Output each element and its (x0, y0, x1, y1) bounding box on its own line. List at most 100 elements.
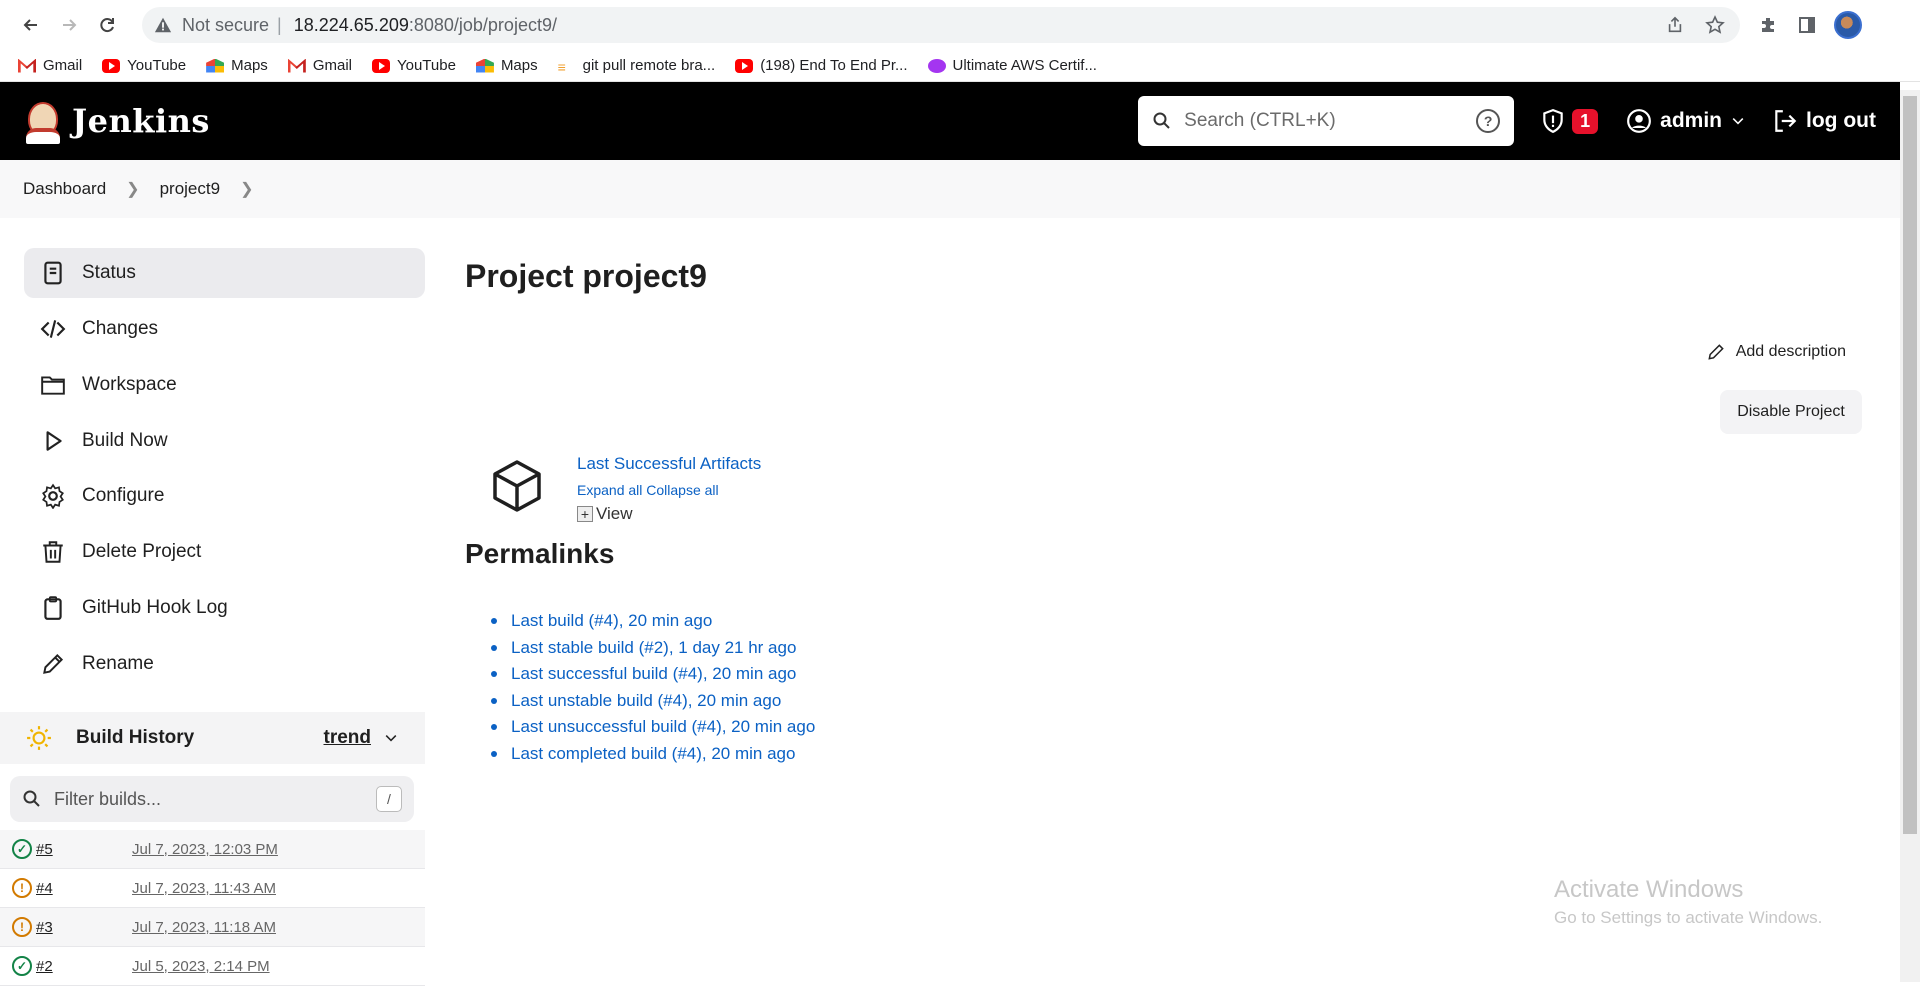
build-date-link[interactable]: Jul 7, 2023, 11:18 AM (132, 919, 276, 936)
udemy-icon (927, 58, 946, 73)
maps-icon (206, 58, 225, 73)
success-icon: ✓ (12, 839, 32, 859)
permalink-last-build[interactable]: Last build (#4), 20 min ago (491, 608, 815, 635)
user-name: admin (1660, 109, 1723, 132)
star-icon[interactable] (1702, 12, 1728, 38)
jenkins-logo-icon (24, 98, 62, 144)
sidebar-item-github-hook-log[interactable]: GitHub Hook Log (24, 583, 425, 633)
bookmark-aws[interactable]: Ultimate AWS Certif... (927, 57, 1097, 74)
jenkins-home-link[interactable]: Jenkins (24, 98, 210, 144)
play-icon (40, 428, 66, 454)
clipboard-icon (40, 595, 66, 621)
search-icon (23, 790, 40, 807)
disable-project-button[interactable]: Disable Project (1720, 390, 1862, 434)
build-number-link[interactable]: #3 (36, 919, 132, 936)
url-path: :8080/job/project9/ (408, 14, 557, 35)
view-toggle[interactable]: + View (577, 504, 761, 524)
bookmark-git-pull[interactable]: ≡ git pull remote bra... (557, 57, 716, 75)
sidepanel-icon[interactable] (1796, 14, 1818, 36)
build-number-link[interactable]: #4 (36, 880, 132, 897)
page-scrollbar[interactable] (1900, 90, 1920, 982)
youtube-icon (735, 58, 754, 73)
chevron-right-icon[interactable]: ❯ (240, 179, 253, 199)
breadcrumb-dashboard[interactable]: Dashboard (23, 179, 106, 199)
trend-link[interactable]: trend (324, 727, 400, 749)
browser-toolbar: Not secure | 18.224.65.209 :8080/job/pro… (0, 0, 1920, 50)
build-history-title: Build History (76, 727, 195, 748)
build-history-header: Build History trend (0, 712, 425, 764)
sidebar-item-changes[interactable]: Changes (24, 304, 425, 354)
last-successful-artifacts-link[interactable]: Last Successful Artifacts (577, 454, 761, 474)
build-date-link[interactable]: Jul 5, 2023, 2:14 PM (132, 958, 270, 975)
scrollbar-thumb[interactable] (1903, 96, 1917, 834)
jenkins-header: Jenkins ? 1 admin log out (0, 82, 1900, 160)
warning-icon (154, 16, 172, 34)
bookmark-maps-2[interactable]: Maps (475, 57, 538, 74)
search-icon (1153, 112, 1170, 129)
reload-button[interactable] (90, 8, 124, 42)
bookmark-youtube[interactable]: YouTube (102, 57, 186, 74)
logout-icon (1775, 110, 1797, 132)
arrow-right-icon (63, 19, 77, 31)
expand-collapse: Expand all Collapse all (577, 482, 761, 498)
sidebar-item-status[interactable]: Status (24, 248, 425, 298)
shortcut-hint: / (376, 786, 402, 812)
build-row: ✓ #2 Jul 5, 2023, 2:14 PM (0, 947, 425, 986)
permalink-last-unstable-build[interactable]: Last unstable build (#4), 20 min ago (491, 688, 815, 715)
permalink-last-completed-build[interactable]: Last completed build (#4), 20 min ago (491, 741, 815, 768)
bookmark-end-to-end[interactable]: (198) End To End Pr... (735, 57, 908, 74)
sidebar-item-delete-project[interactable]: Delete Project (24, 527, 425, 577)
logout-link[interactable]: log out (1772, 108, 1876, 134)
arrow-left-icon (23, 19, 37, 31)
sidebar-item-workspace[interactable]: Workspace (24, 360, 425, 410)
build-number-link[interactable]: #5 (36, 841, 132, 858)
permalink-last-unsuccessful-build[interactable]: Last unsuccessful build (#4), 20 min ago (491, 714, 815, 741)
expand-all-link[interactable]: Expand all (577, 482, 642, 498)
sidebar-item-rename[interactable]: Rename (24, 639, 425, 689)
build-row: ! #3 Jul 7, 2023, 11:18 AM (0, 908, 425, 947)
build-row: ✓ #5 Jul 7, 2023, 12:03 PM (0, 830, 425, 869)
bookmark-youtube-2[interactable]: YouTube (371, 57, 456, 74)
security-monitor[interactable]: 1 (1540, 108, 1599, 134)
build-date-link[interactable]: Jul 7, 2023, 12:03 PM (132, 841, 278, 858)
bookmark-gmail-2[interactable]: Gmail (287, 57, 352, 74)
folder-icon (40, 372, 66, 398)
trash-icon (40, 539, 66, 565)
url-host: 18.224.65.209 (293, 14, 409, 35)
sidebar-item-configure[interactable]: Configure (24, 471, 425, 521)
filter-builds-input[interactable] (54, 788, 376, 810)
share-icon[interactable] (1662, 12, 1688, 38)
help-icon[interactable]: ? (1476, 109, 1501, 133)
bookmark-gmail[interactable]: Gmail (18, 57, 82, 74)
artifacts-section: Last Successful Artifacts Expand all Col… (489, 454, 761, 524)
build-date-link[interactable]: Jul 7, 2023, 11:43 AM (132, 880, 276, 897)
forward-button[interactable] (52, 8, 86, 42)
chevron-down-icon (1732, 118, 1744, 125)
user-icon (1627, 109, 1652, 133)
collapse-all-link[interactable]: Collapse all (646, 482, 718, 498)
unstable-icon: ! (12, 878, 32, 898)
jenkins-brand: Jenkins (72, 102, 210, 140)
stackoverflow-icon: ≡ (557, 58, 566, 75)
status-icon (40, 260, 66, 286)
breadcrumb-project[interactable]: project9 (160, 179, 220, 199)
security-badge: 1 (1572, 108, 1599, 134)
add-description-link[interactable]: Add description (1706, 342, 1846, 362)
profile-avatar[interactable] (1834, 11, 1862, 39)
search-input[interactable] (1184, 110, 1477, 132)
permalink-last-successful-build[interactable]: Last successful build (#4), 20 min ago (491, 661, 815, 688)
gmail-icon (287, 58, 306, 73)
build-filter: / (10, 776, 414, 822)
sidebar-item-build-now[interactable]: Build Now (24, 416, 425, 466)
build-number-link[interactable]: #2 (36, 958, 132, 975)
plus-icon: + (577, 506, 593, 522)
address-bar[interactable]: Not secure | 18.224.65.209 :8080/job/pro… (142, 7, 1740, 43)
unstable-icon: ! (12, 917, 32, 937)
extensions-icon[interactable] (1758, 14, 1780, 36)
permalink-last-stable-build[interactable]: Last stable build (#2), 1 day 21 hr ago (491, 635, 815, 662)
back-button[interactable] (14, 8, 48, 42)
build-row: ! #4 Jul 7, 2023, 11:43 AM (0, 869, 425, 908)
success-icon: ✓ (12, 956, 32, 976)
user-menu[interactable]: admin (1626, 108, 1746, 134)
bookmark-maps[interactable]: Maps (206, 57, 268, 74)
